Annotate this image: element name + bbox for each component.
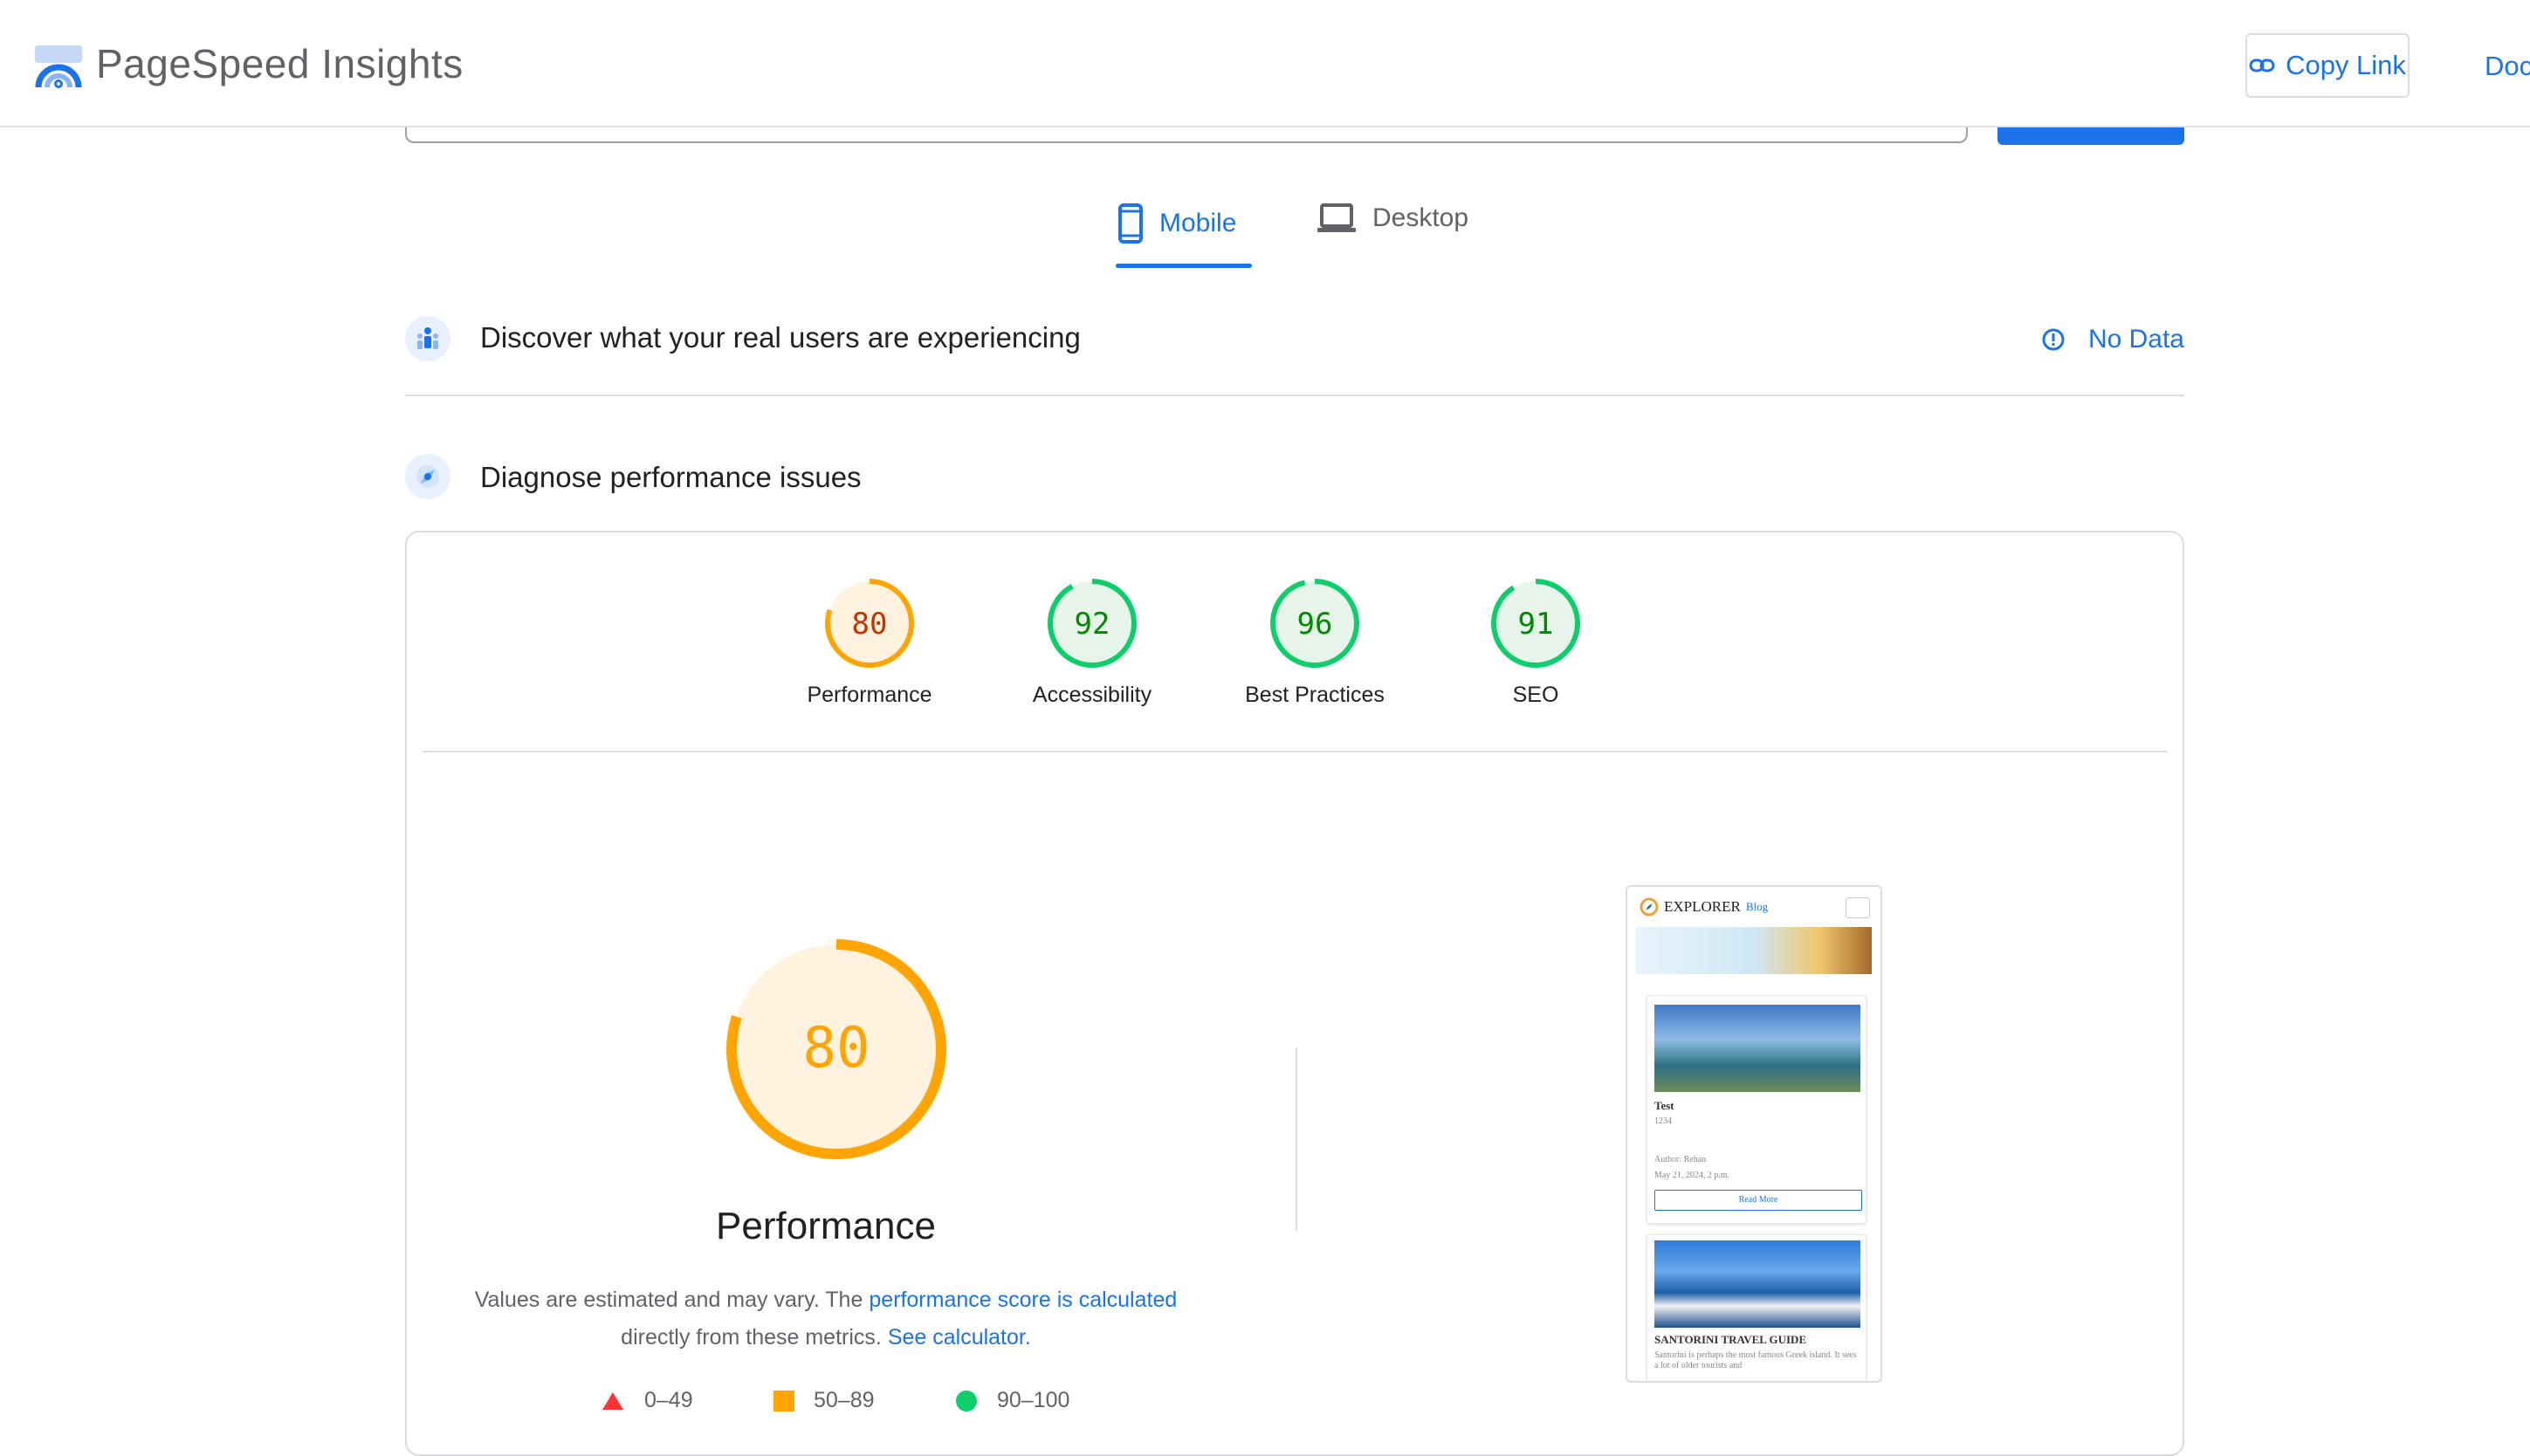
copy-link-button[interactable]: Copy Link <box>2245 33 2410 98</box>
gauge-label: Best Practices <box>1245 683 1385 707</box>
app-header: PageSpeed Insights Copy Link Doc <box>0 7 2530 127</box>
ss-post2-excerpt: Santorini is perhaps the most famous Gre… <box>1654 1350 1857 1370</box>
users-icon <box>405 316 450 361</box>
ss-banner-image <box>1636 927 1872 974</box>
square-icon <box>773 1390 794 1411</box>
tab-desktop-label: Desktop <box>1372 203 1469 232</box>
performance-score-large: 80 <box>802 1016 870 1081</box>
gauge-ring: 80 <box>825 579 914 668</box>
ss-site-suffix: Blog <box>1745 900 1769 913</box>
info-icon <box>2042 328 2065 351</box>
legend-pass-label: 90–100 <box>997 1388 1070 1412</box>
legend-pass: 90–100 <box>955 1388 1069 1413</box>
desc-prefix: Values are estimated and may vary. The <box>474 1288 870 1312</box>
legend-fail-label: 0–49 <box>644 1388 693 1412</box>
tab-mobile-label: Mobile <box>1159 209 1237 237</box>
tab-mobile-indicator <box>1116 264 1252 268</box>
tab-mobile[interactable]: Mobile <box>1117 203 1236 244</box>
compass-logo-icon <box>1640 897 1659 917</box>
legend-average-label: 50–89 <box>814 1388 875 1412</box>
ss-post1-author: Author: Rehan <box>1654 1155 1707 1164</box>
gauge-score: 91 <box>1518 607 1554 642</box>
gauge-label: SEO <box>1512 683 1559 707</box>
ss-menu-icon <box>1846 897 1870 918</box>
score-gauge-performance[interactable]: 80 Performance <box>782 576 957 708</box>
card-divider <box>423 751 2167 752</box>
tab-desktop[interactable]: Desktop <box>1317 203 1468 234</box>
app-title: PageSpeed Insights <box>96 41 464 86</box>
vertical-divider <box>1296 1047 1297 1231</box>
gauge-label: Performance <box>807 683 932 707</box>
link-icon <box>2249 58 2275 72</box>
see-calculator-link[interactable]: See calculator. <box>888 1325 1031 1350</box>
field-data-title: Discover what your real users are experi… <box>480 321 1081 354</box>
ss-read-more-button: Read More <box>1654 1190 1862 1211</box>
score-gauge-best-practices[interactable]: 96 Best Practices <box>1227 576 1402 708</box>
no-data-status[interactable]: No Data <box>2041 325 2184 354</box>
ss-header: EXPLORER Blog <box>1640 897 1768 917</box>
legend-fail: 0–49 <box>601 1388 693 1413</box>
compass-icon <box>405 454 450 499</box>
gauge-score: 96 <box>1297 607 1333 642</box>
ss-post2-title: SANTORINI TRAVEL GUIDE <box>1654 1333 1807 1346</box>
gauge-ring: 92 <box>1048 579 1137 668</box>
ss-site-name: EXPLORER <box>1664 898 1741 915</box>
gauge-ring: 96 <box>1270 579 1359 668</box>
section-divider <box>405 395 2184 396</box>
gauge-label: Accessibility <box>1032 683 1152 707</box>
gauge-score: 92 <box>1075 607 1110 642</box>
performance-description: Values are estimated and may vary. The p… <box>459 1281 1193 1356</box>
performance-title: Performance <box>716 1205 936 1247</box>
ss-post-image <box>1654 1005 1860 1092</box>
gauge-ring: 91 <box>1491 579 1580 668</box>
gauge-score: 80 <box>852 607 888 642</box>
score-gauge-seo[interactable]: 91 SEO <box>1448 576 1623 708</box>
performance-score-link[interactable]: performance score is calculated <box>869 1288 1177 1312</box>
triangle-icon <box>602 1391 623 1410</box>
report-card: 80 Performance 92 Accessibility 96 Best Pract… <box>405 531 2184 1456</box>
page-screenshot-thumbnail[interactable]: EXPLORER Blog Test 1234 Author: Rehan Ma… <box>1626 885 1882 1383</box>
docs-link[interactable]: Doc <box>2485 51 2530 82</box>
score-gauge-accessibility[interactable]: 92 Accessibility <box>1005 576 1179 708</box>
desc-mid: directly from these metrics. <box>621 1325 888 1350</box>
lab-data-section: Diagnose performance issues <box>405 454 2184 506</box>
performance-gauge-large: 80 <box>726 939 946 1159</box>
circle-icon <box>956 1390 977 1411</box>
field-data-section: Discover what your real users are experi… <box>405 316 2184 368</box>
smartphone-icon <box>1118 203 1143 244</box>
ss-post-card: Test 1234 Author: Rehan May 21, 2024, 2 … <box>1647 995 1867 1224</box>
ss-post-card: SANTORINI TRAVEL GUIDE Santorini is perh… <box>1647 1234 1867 1381</box>
pagespeed-logo-icon <box>35 45 82 88</box>
ss-post1-title: Test <box>1654 1099 1674 1112</box>
ss-post1-sub: 1234 <box>1654 1116 1672 1126</box>
copy-link-label: Copy Link <box>2286 50 2406 80</box>
no-data-label: No Data <box>2087 325 2184 354</box>
ss-post1-date: May 21, 2024, 2 p.m. <box>1654 1171 1730 1180</box>
ss-post-image <box>1654 1240 1860 1328</box>
lab-data-title: Diagnose performance issues <box>480 461 862 493</box>
laptop-icon <box>1317 203 1356 232</box>
legend-average: 50–89 <box>773 1388 875 1413</box>
